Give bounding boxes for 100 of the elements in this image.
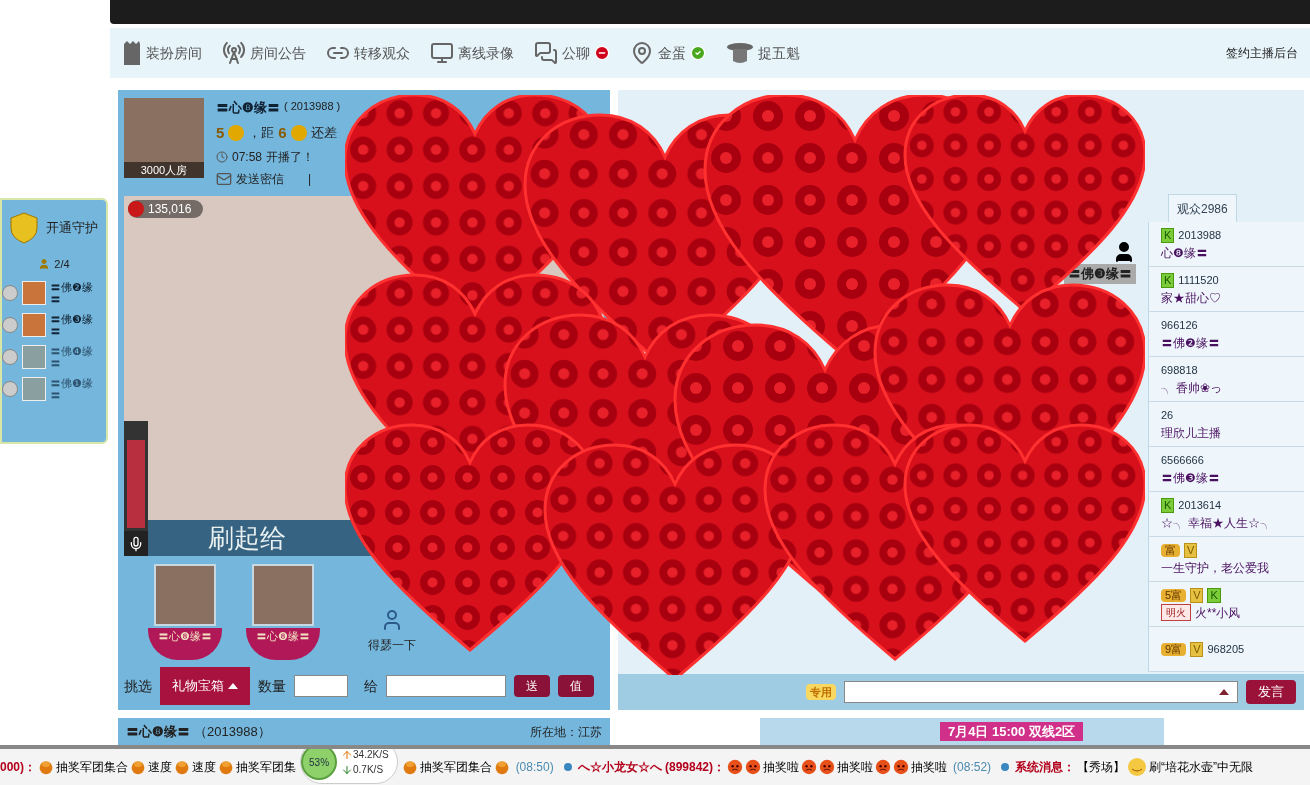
remaining-text: 还差 <box>310 124 337 142</box>
k-badge: K <box>1161 497 1175 513</box>
clock-icon <box>216 151 228 163</box>
ad-banner[interactable]: 7月4日 15:00 双线2区 <box>760 718 1164 745</box>
ticker-text: 抽奖啦 <box>763 759 800 776</box>
mic-icon <box>128 535 144 552</box>
audience-name: ☆╮ 幸福★人生☆╮ <box>1161 514 1273 532</box>
gift-box-tab[interactable]: 礼物宝箱 <box>160 667 250 705</box>
guard-member[interactable]: 〓佛❶缘〓 <box>2 376 96 401</box>
chat-bubbles-icon <box>534 41 558 65</box>
room-caption: 3000人房 <box>124 161 204 178</box>
angry-face-icon <box>819 759 836 775</box>
wealth-count: 135,016 <box>148 201 192 218</box>
guardian-photo-placeholder <box>252 564 314 626</box>
vip-badge: V <box>1190 641 1204 657</box>
download-arrow-icon <box>341 763 354 776</box>
wealth-badge: 5富 <box>1161 588 1187 602</box>
level-next: 6 <box>278 122 287 143</box>
gift-action-button[interactable]: 送 <box>514 675 550 697</box>
avatar-icon <box>22 344 46 369</box>
toolbar-label: 公聊 <box>562 43 590 63</box>
separator: | <box>308 171 312 188</box>
wealth-badge: 9富 <box>1161 642 1187 656</box>
caret-icon <box>228 683 238 689</box>
guard-name: 〓佛❸缘〓 <box>50 312 94 337</box>
quantity-label: 数量 <box>258 676 286 696</box>
audience-row[interactable]: 5富 V K 明火 火**小风 <box>1149 582 1304 627</box>
upload-speed: 34.2K/S <box>353 749 389 762</box>
toolbar-item[interactable]: 金蛋 <box>630 41 706 65</box>
monitor-icon <box>430 41 454 65</box>
download-speed: 0.7K/S <box>353 763 384 777</box>
map-pin-icon <box>630 41 654 65</box>
show-off-link[interactable]: 得瑟一下 <box>368 636 416 654</box>
audience-name: ╮ 香帅❀っ <box>1161 379 1223 397</box>
audience-row[interactable]: 966126 〓佛❷缘〓 <box>1149 312 1304 357</box>
toolbar-item[interactable]: 离线录像 <box>430 41 514 65</box>
guard-member[interactable]: 〓佛❸缘〓 <box>2 312 96 337</box>
live-time: 07:58 <box>232 149 263 166</box>
audience-id: 1111520 <box>1178 272 1219 288</box>
guard-name: 〓佛❹缘〓 <box>50 344 94 369</box>
host-id: （2013988） <box>194 722 271 741</box>
pick-label: 挑选 <box>124 676 152 696</box>
audience-row[interactable]: K 2013614 ☆╮ 幸福★人生☆╮ <box>1149 492 1304 537</box>
load-percent: 53% <box>301 749 338 780</box>
guardian-ribbon: 〓心❽缘〓 <box>148 628 222 660</box>
audience-id: 2013988 <box>1178 227 1222 243</box>
angry-face-icon <box>875 759 892 775</box>
mail-icon <box>216 171 232 187</box>
audience-row[interactable]: 9富 V 968205 <box>1149 627 1304 672</box>
vip-badge: V <box>1184 542 1198 558</box>
smiling-face-icon <box>1127 757 1148 777</box>
person-icon <box>38 258 51 271</box>
ticker-text: 速度 <box>148 759 173 776</box>
audience-id: 698818 <box>1161 362 1198 378</box>
toolbar-label: 装扮房间 <box>146 43 202 63</box>
guard-count: 2/4 <box>54 257 70 272</box>
ticker-text: 【秀场】 <box>1077 759 1126 776</box>
open-guard-link[interactable]: 开通守护 <box>46 218 98 238</box>
audience-row[interactable]: 6566666 〓佛❸缘〓 <box>1149 447 1304 492</box>
audience-row[interactable]: K 2013988 心❽缘〓 <box>1149 222 1304 267</box>
ticker-text: 刷“培花水壶”中无限 <box>1149 759 1254 776</box>
toolbar-item[interactable]: 房间公告 <box>222 41 306 65</box>
ticker-sender: 000)： <box>0 759 37 776</box>
audience-row[interactable]: 富 V 一生守护，老公爱我 <box>1149 537 1304 582</box>
audience-id: 6566666 <box>1161 452 1204 468</box>
guard-name: 〓佛❶缘〓 <box>50 376 94 401</box>
chat-input-field[interactable] <box>844 681 1238 703</box>
audience-row[interactable]: 26 理欣儿主播 <box>1149 402 1304 447</box>
ticker-text: 速度 <box>192 759 217 776</box>
ticker-text: 抽奖军团集 <box>236 759 297 776</box>
audience-name: 心❽缘〓 <box>1161 244 1208 262</box>
level-now: 5 <box>216 122 225 143</box>
distance-text: ，距 <box>248 124 275 142</box>
vip-badge: V <box>1190 587 1204 603</box>
gift-action-button[interactable]: 值 <box>558 675 594 697</box>
anchor-backend-link[interactable]: 签约主播后台 <box>1226 44 1298 62</box>
ticker-text: 抽奖军团集合 <box>419 759 492 776</box>
angry-face-icon <box>727 759 744 775</box>
ticker-text: 抽奖啦 <box>911 759 948 776</box>
toolbar-label: 房间公告 <box>250 43 306 63</box>
toolbar-item[interactable]: 装扮房间 <box>122 41 202 65</box>
k-badge: K <box>1207 587 1221 603</box>
audience-row[interactable]: K 1111520 家★甜心♡ <box>1149 267 1304 312</box>
send-message-link[interactable]: 发送密信 <box>236 170 284 188</box>
ticker-time: (08:50) <box>515 759 554 776</box>
audience-row[interactable]: 698818 ╮ 香帅❀っ <box>1149 357 1304 402</box>
host-name: 〓心❽缘〓 <box>216 99 280 117</box>
toolbar-item[interactable]: 捉五魁 <box>726 41 800 65</box>
toolbar-item[interactable]: 转移观众 <box>326 41 410 65</box>
send-button[interactable]: 发言 <box>1246 680 1296 704</box>
quantity-field[interactable] <box>294 675 348 697</box>
guard-member[interactable]: 〓佛❷缘〓 <box>2 280 96 305</box>
avatar-icon <box>22 280 46 305</box>
k-badge: K <box>1161 227 1175 243</box>
angry-face-icon <box>745 759 762 775</box>
toolbar-item[interactable]: 公聊 <box>534 41 610 65</box>
fire-tag: 明火 <box>1161 604 1191 621</box>
guard-member[interactable]: 〓佛❹缘〓 <box>2 344 96 369</box>
audience-tab[interactable]: 观众2986 <box>1168 194 1237 222</box>
recipient-field[interactable] <box>386 675 506 697</box>
